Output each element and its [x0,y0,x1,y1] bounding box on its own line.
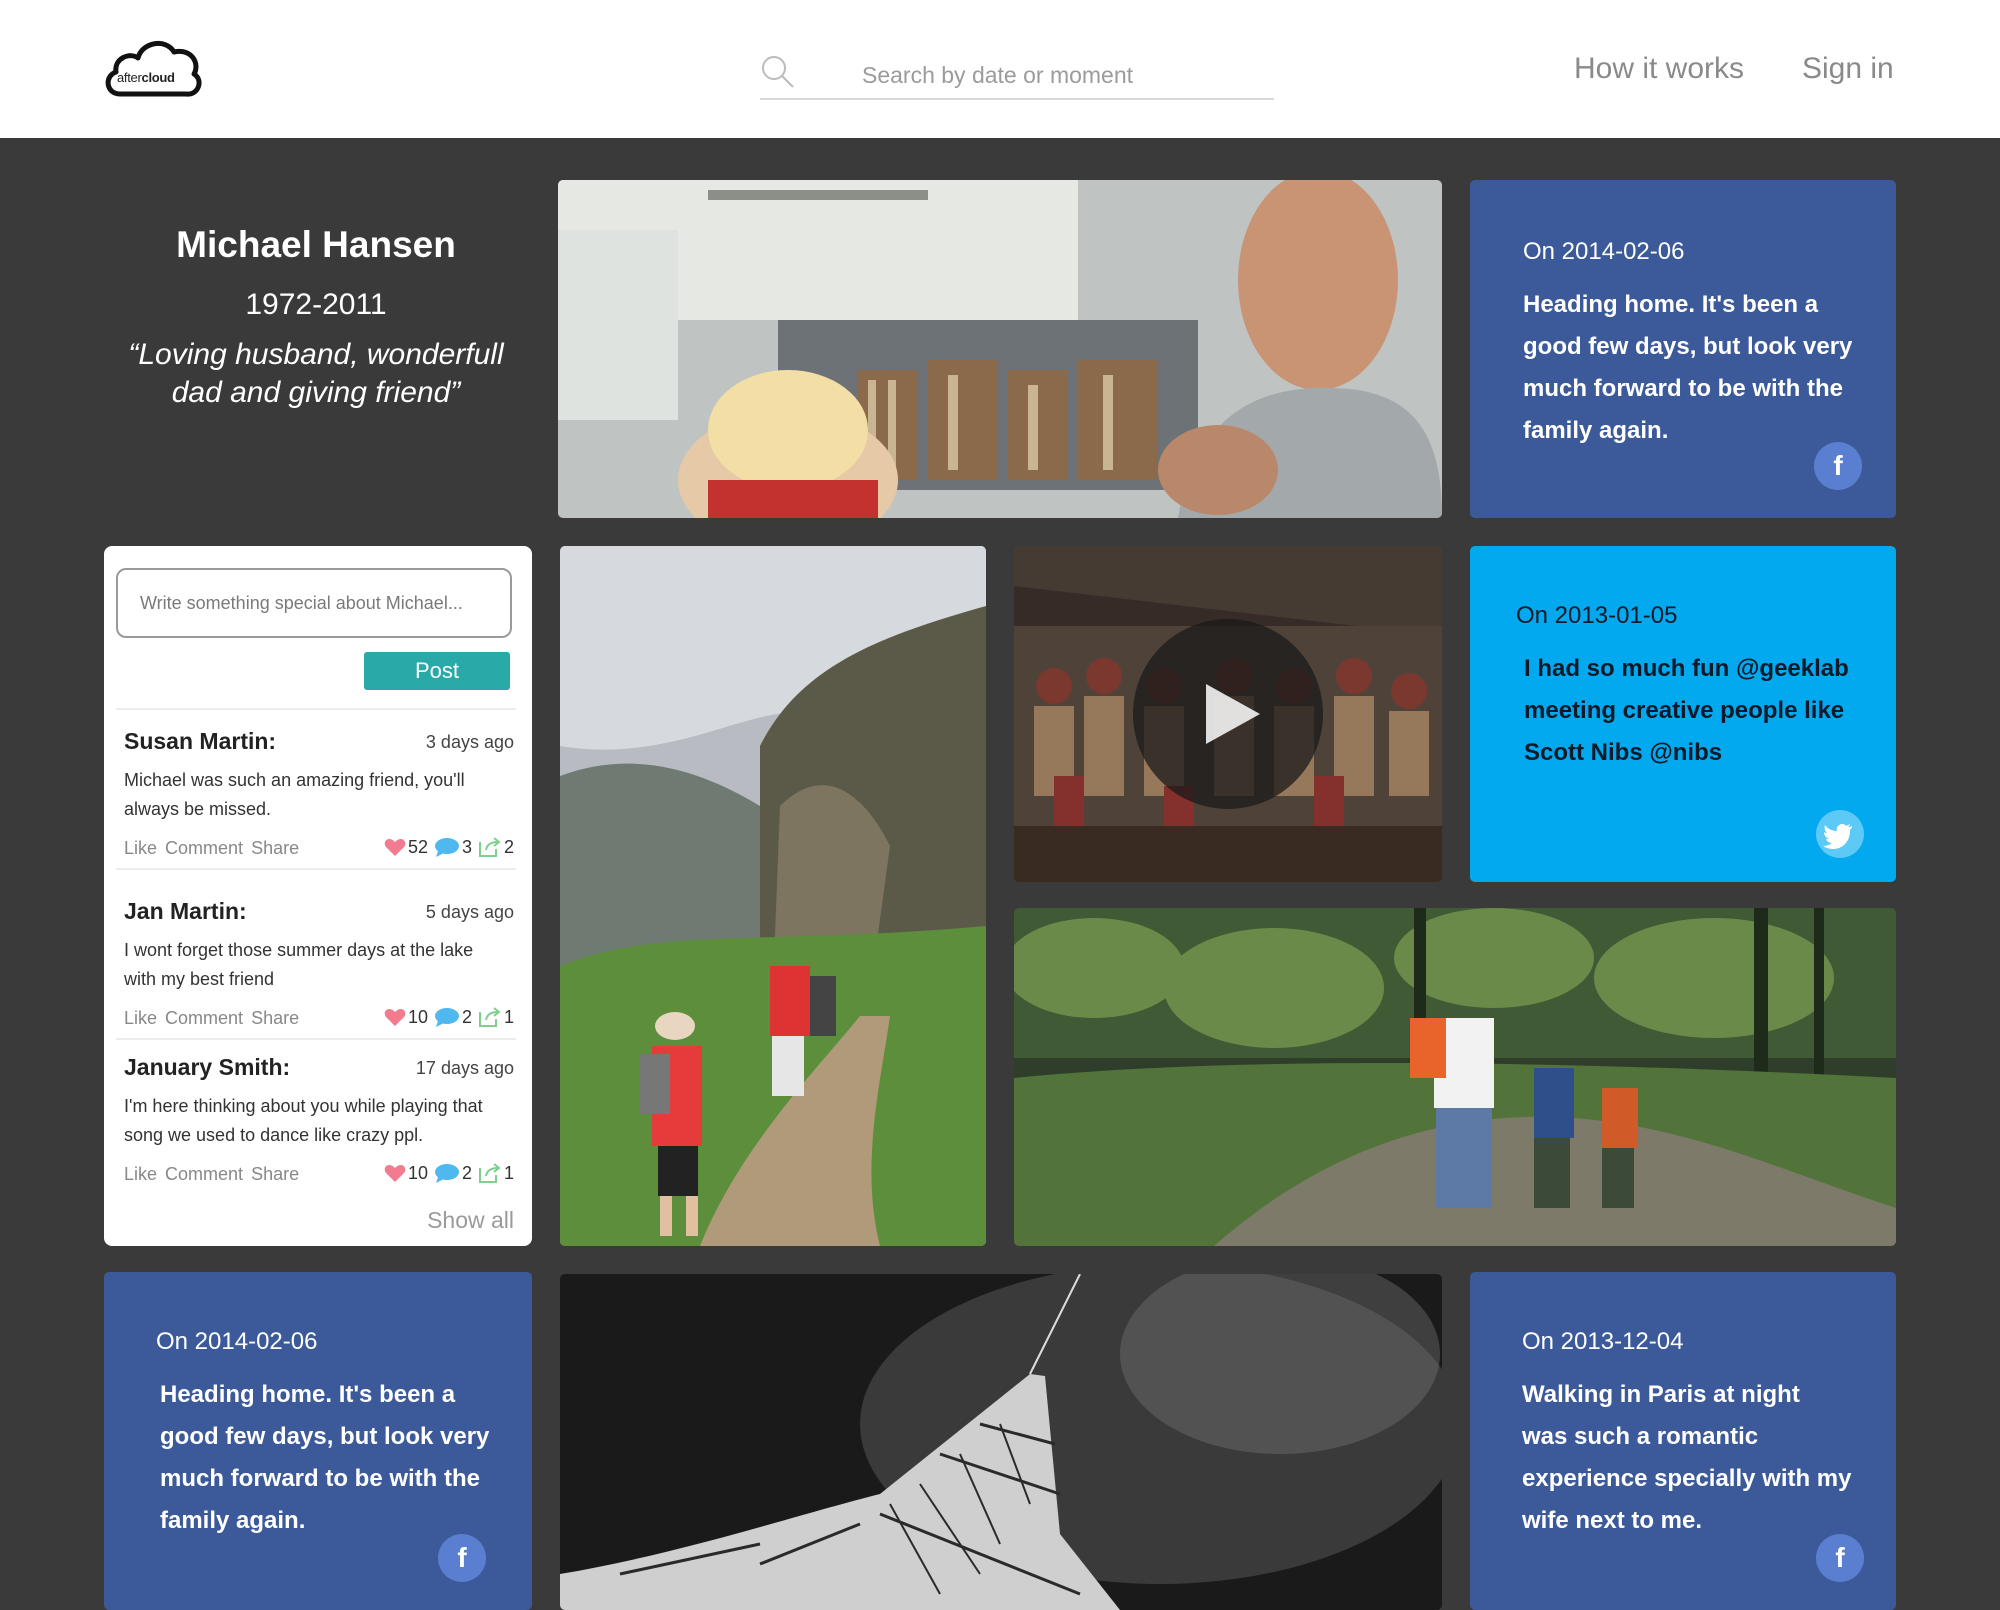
share-link[interactable]: Share [251,1164,299,1184]
how-it-works-link[interactable]: How it works [1574,52,1744,86]
comment-link[interactable]: Comment [165,1008,243,1028]
comment-input[interactable] [116,568,512,638]
twitter-icon[interactable] [1816,810,1864,858]
card-date: On 2014-02-06 [156,1328,318,1355]
share-count: 2 [503,836,514,857]
comment-item: January Smith: 17 days ago I'm here thin… [124,1054,514,1204]
search-icon [762,56,794,88]
divider [116,868,516,870]
heart-icon[interactable] [384,837,406,857]
comment-item: Jan Martin: 5 days ago I wont forget tho… [124,898,514,1048]
comment-text: Michael was such an amazing friend, you'… [124,770,465,819]
facebook-icon[interactable]: f [1816,1534,1864,1582]
card-date: On 2013-01-05 [1516,602,1678,629]
post-button[interactable]: Post [364,652,510,690]
comment-count: 2 [461,1162,472,1183]
photo-eiffel-tower-night[interactable] [560,1274,1442,1610]
twitter-memory-card[interactable]: On 2013-01-05 I had so much fun @geeklab… [1470,546,1896,882]
comment-actions: Like Comment Share [124,838,307,859]
profile-name: Michael Hansen [176,224,456,265]
photo-mountain-hike[interactable] [560,546,986,1246]
divider [116,1038,516,1040]
facebook-memory-card[interactable]: On 2014-02-06 Heading home. It's been a … [104,1272,532,1610]
comment-stats: 10 2 1 [384,1006,514,1028]
like-link[interactable]: Like [124,1008,157,1028]
share-link[interactable]: Share [251,1008,299,1028]
like-link[interactable]: Like [124,838,157,858]
comment-bubble-icon[interactable] [434,1007,460,1027]
share-icon[interactable] [478,836,502,858]
search-input[interactable] [860,58,1244,92]
comment-stats: 52 3 2 [384,836,514,858]
like-count: 10 [407,1162,428,1183]
facebook-icon[interactable]: f [1814,442,1862,490]
comment-count: 2 [461,1006,472,1027]
comment-author[interactable]: Susan Martin: [124,728,276,755]
show-all-link[interactable]: Show all [427,1207,514,1234]
comment-count: 3 [461,836,472,857]
comment-text: I wont forget those summer days at the l… [124,940,474,989]
comment-author[interactable]: Jan Martin: [124,898,247,925]
comment-item: Susan Martin: 3 days ago Michael was suc… [124,728,514,878]
comments-panel: Post Susan Martin: 3 days ago Michael wa… [104,546,532,1246]
share-link[interactable]: Share [251,838,299,858]
share-icon[interactable] [478,1162,502,1184]
aftercloud-logo[interactable] [100,34,204,102]
like-count: 52 [407,836,428,857]
card-text: Walking in Paris at night was such a rom… [1522,1381,1852,1534]
share-count: 1 [503,1162,514,1183]
profile-years: 1972-2011 [245,288,387,321]
top-header: aftercloud How it works Sign in [0,0,2000,138]
facebook-memory-card[interactable]: On 2014-02-06 Heading home. It's been a … [1470,180,1896,518]
comment-link[interactable]: Comment [165,838,243,858]
comment-bubble-icon[interactable] [434,837,460,857]
like-link[interactable]: Like [124,1164,157,1184]
card-text: Heading home. It's been a good few days,… [1523,291,1853,444]
card-text: Heading home. It's been a good few days,… [160,1381,490,1534]
like-count: 10 [407,1006,428,1027]
facebook-memory-card[interactable]: On 2013-12-04 Walking in Paris at night … [1470,1272,1896,1610]
comment-time: 3 days ago [425,732,514,752]
profile-epitaph: “Loving husband, wonderfull dad and givi… [128,338,504,409]
comment-link[interactable]: Comment [165,1164,243,1184]
card-text: I had so much fun @geeklab meeting creat… [1524,655,1849,766]
comment-actions: Like Comment Share [124,1164,307,1185]
logo-wordmark: aftercloud [117,70,175,85]
play-icon[interactable] [1202,682,1262,746]
comment-stats: 10 2 1 [384,1162,514,1184]
video-group-photo[interactable] [1014,546,1442,882]
heart-icon[interactable] [384,1007,406,1027]
comment-bubble-icon[interactable] [434,1163,460,1183]
card-date: On 2013-12-04 [1522,1328,1684,1355]
divider [116,708,516,710]
photo-father-and-child[interactable] [558,180,1442,518]
comment-actions: Like Comment Share [124,1008,307,1029]
comment-author[interactable]: January Smith: [124,1054,290,1081]
comment-time: 5 days ago [425,902,514,922]
share-count: 1 [503,1006,514,1027]
share-icon[interactable] [478,1006,502,1028]
comment-text: I'm here thinking about you while playin… [124,1096,483,1145]
comment-time: 17 days ago [415,1058,514,1078]
facebook-icon[interactable]: f [438,1534,486,1582]
photo-forest-walk[interactable] [1014,908,1896,1246]
sign-in-link[interactable]: Sign in [1802,52,1894,86]
card-date: On 2014-02-06 [1523,238,1685,265]
search-bar[interactable] [760,50,1274,100]
heart-icon[interactable] [384,1163,406,1183]
